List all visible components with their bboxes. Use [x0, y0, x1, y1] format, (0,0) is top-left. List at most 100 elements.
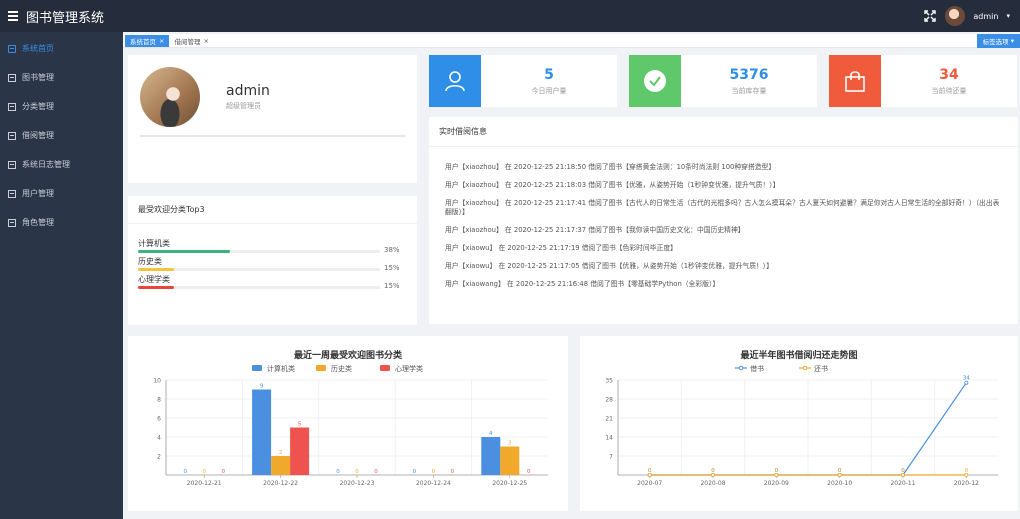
bar	[290, 427, 310, 475]
stat-card-pending: 34 当前待还量	[829, 55, 1017, 107]
x-tick-label: 2020-12-24	[416, 480, 451, 487]
card-title: 实时借阅信息	[429, 117, 1018, 147]
x-tick-label: 2020-08	[700, 480, 725, 487]
stat-value: 5	[544, 67, 554, 83]
legend-label: 历史类	[331, 364, 352, 373]
y-tick-label: 4	[157, 435, 161, 442]
data-label: 0	[648, 468, 652, 474]
data-label: 0	[355, 469, 359, 475]
stat-label: 当前待还量	[931, 87, 967, 95]
close-icon[interactable]: ×	[159, 37, 164, 45]
home-icon	[8, 44, 16, 53]
bar	[500, 446, 520, 475]
tab-options-button[interactable]: 标签选项 ▾	[976, 34, 1020, 48]
data-label: 0	[527, 469, 531, 475]
chevron-down-icon[interactable]: ▾	[1006, 12, 1010, 20]
tab-label: 借阅管理	[174, 37, 201, 46]
profile-avatar	[140, 67, 200, 127]
data-label: 0	[374, 469, 378, 475]
borrow-list: 用户【xiaozhou】 在 2020-12-25 21:18:50 借阅了图书…	[445, 163, 1005, 298]
legend-swatch	[316, 365, 326, 371]
sidebar-item-books[interactable]: 图书管理	[0, 63, 123, 92]
y-tick-label: 14	[605, 435, 613, 442]
data-label: 0	[432, 469, 436, 475]
tab-bar: 系统首页 × 借阅管理 × 标签选项 ▾	[123, 34, 1020, 48]
progress-fill	[138, 286, 175, 289]
log-icon	[8, 160, 16, 169]
realtime-borrow-card: 实时借阅信息 用户【xiaozhou】 在 2020-12-25 21:18:5…	[429, 117, 1018, 324]
chart-title: 最近半年图书借阅归还走势图	[740, 349, 857, 361]
profile-card: admin 超级管理员	[128, 55, 417, 183]
sidebar-item-home[interactable]: 系统首页	[0, 34, 123, 63]
progress-track	[138, 268, 380, 271]
list-item: 用户【xiaozhou】 在 2020-12-25 21:17:37 借阅了图书…	[445, 226, 745, 235]
tab-home[interactable]: 系统首页 ×	[125, 34, 170, 47]
chevron-down-icon: ▾	[1008, 37, 1014, 45]
data-label: 3	[508, 441, 512, 447]
data-label: 0	[413, 469, 417, 475]
line-chart: 最近半年图书借阅归还走势图借书 还书 7 14 21 28 35 2020-07 2020-08…	[605, 349, 998, 487]
legend-swatch	[380, 365, 390, 371]
data-label: 5	[298, 422, 302, 428]
y-tick-label: 28	[605, 397, 613, 404]
sidebar-item-label: 图书管理	[22, 73, 54, 82]
category-percent: 38%	[384, 246, 400, 254]
data-label: 0	[965, 468, 969, 474]
category-label: 计算机类	[138, 239, 170, 248]
y-tick-label: 21	[605, 416, 613, 423]
sidebar-item-roles[interactable]: 角色管理	[0, 208, 123, 237]
y-tick-label: 8	[157, 397, 161, 404]
legend-label: 还书	[814, 364, 828, 373]
top-bar: 图书管理系统 admin ▾	[0, 0, 1020, 32]
data-label: 4	[489, 431, 493, 437]
list-item: 用户【xiaowu】 在 2020-12-25 21:17:19 借阅了图书【色…	[445, 244, 677, 253]
list-item: 用户【xiaowang】 在 2020-12-25 21:16:48 借阅了图书…	[445, 279, 720, 288]
user-avatar[interactable]	[945, 6, 966, 26]
progress-track	[138, 286, 380, 289]
sidebar-item-categories[interactable]: 分类管理	[0, 92, 123, 121]
legend-label: 借书	[750, 364, 764, 373]
y-tick-label: 10	[153, 378, 161, 385]
profile-name: admin	[226, 83, 270, 99]
progress-fill	[138, 268, 175, 271]
check-circle-icon	[644, 70, 666, 92]
sidebar-item-label: 系统日志管理	[22, 160, 70, 169]
x-tick-label: 2020-12-21	[187, 480, 222, 487]
x-tick-label: 2020-12-23	[340, 480, 375, 487]
sidebar-item-label: 用户管理	[22, 189, 54, 198]
menu-toggle-icon[interactable]	[8, 11, 18, 21]
weekly-category-chart-card: 最近一周最受欢迎图书分类 计算机类 历史类 心理学类 2 4 6 8 10 2020-12-21 2…	[128, 336, 568, 511]
stat-label: 今日用户量	[531, 87, 567, 95]
stat-value: 5376	[729, 67, 769, 83]
user-name[interactable]: admin	[973, 12, 998, 21]
tab-borrow[interactable]: 借阅管理 ×	[169, 35, 213, 47]
progress-track	[138, 250, 380, 253]
tab-options-label: 标签选项	[982, 38, 1009, 46]
fullscreen-icon[interactable]	[923, 9, 937, 23]
borrow-icon	[8, 131, 16, 140]
user-icon	[445, 71, 465, 92]
data-label: 34	[963, 376, 970, 382]
sidebar: 系统首页 图书管理 分类管理 借阅管理 系统日志管理 用户管理 角色管理	[0, 32, 123, 519]
stat-icon-box	[829, 55, 881, 107]
x-tick-label: 2020-12-25	[492, 480, 527, 487]
sidebar-item-users[interactable]: 用户管理	[0, 179, 123, 208]
legend-marker	[802, 365, 808, 371]
y-tick-label: 6	[157, 416, 161, 423]
x-tick-label: 2020-09	[764, 480, 789, 487]
category-icon	[8, 102, 16, 111]
data-label: 0	[451, 469, 455, 475]
data-label: 0	[901, 468, 905, 474]
category-row: 计算机类 38%	[138, 238, 418, 254]
sidebar-item-borrow[interactable]: 借阅管理	[0, 121, 123, 150]
x-tick-label: 2020-11	[890, 480, 915, 487]
close-icon[interactable]: ×	[203, 37, 208, 45]
bar-chart: 最近一周最受欢迎图书分类计算机类 历史类 心理学类 2 4 6 8 10 2020-12-21 2…	[153, 349, 548, 487]
stat-label: 当前库存量	[731, 87, 767, 95]
top-categories-card: 最受欢迎分类Top3 计算机类 38% 历史类 15% 心理学类 15%	[128, 196, 417, 325]
sidebar-item-logs[interactable]: 系统日志管理	[0, 150, 123, 179]
progress-fill	[138, 250, 230, 253]
bar	[481, 437, 501, 475]
bag-icon	[845, 71, 865, 92]
stat-value: 34	[939, 67, 959, 83]
